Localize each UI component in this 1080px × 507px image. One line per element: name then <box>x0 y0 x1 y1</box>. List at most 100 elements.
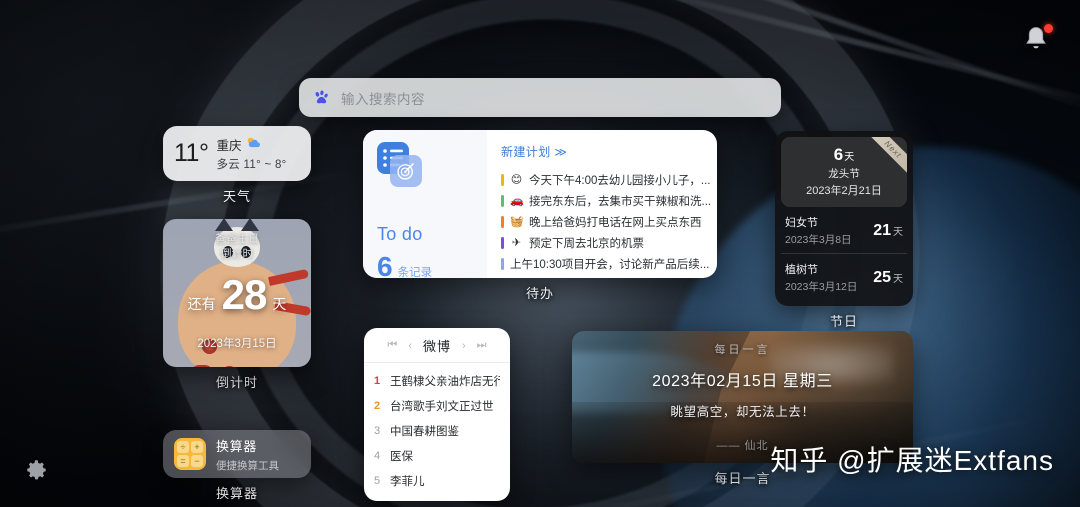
holiday-date: 2023年3月12日 <box>785 281 858 293</box>
todo-widget-label: 待办 <box>525 286 554 301</box>
todo-item-color-bar <box>501 215 504 228</box>
todo-item-color-bar <box>501 194 504 207</box>
hotsearch-source: 微博 <box>422 339 451 354</box>
todo-count-label: 条记录 <box>397 267 433 278</box>
countdown-title: 爸爸生日 倒计时 <box>163 232 311 262</box>
todo-item[interactable]: 上午10:30项目开会，讨论新产品后续... <box>501 253 711 274</box>
weather-temperature: 11° <box>174 139 209 167</box>
prev-page-button[interactable]: ‹ <box>408 340 412 352</box>
countdown-card[interactable]: 爸爸生日 倒计时 还有 28 天 2023年3月15日 <box>163 219 311 367</box>
converter-subtitle: 便捷换算工具 <box>216 459 279 472</box>
target-icon <box>397 163 414 180</box>
holiday-widget-label: 节日 <box>829 314 858 329</box>
hotsearch-item[interactable]: 2 台湾歌手刘文正过世 <box>374 393 500 418</box>
gear-icon <box>27 460 46 480</box>
hotsearch-rank: 2 <box>374 399 381 412</box>
todo-checklist-icon <box>377 142 423 188</box>
first-page-button[interactable]: ⏮ <box>387 339 397 352</box>
weather-city: 重庆 <box>216 139 242 153</box>
hotsearch-text: 医保 <box>390 450 413 463</box>
holiday-days: 21 <box>873 221 891 239</box>
todo-title: To do <box>377 224 423 244</box>
holiday-row[interactable]: 植树节 2023年3月12日 25 天 <box>781 254 907 300</box>
holiday-days-unit: 天 <box>893 273 903 285</box>
last-page-button[interactable]: ⏭ <box>477 339 487 352</box>
holiday-name: 植树节 <box>785 264 818 276</box>
countdown-title-line2: 倒计时 <box>220 248 254 260</box>
baidu-paw-icon <box>313 89 330 106</box>
search-bar[interactable]: 输入搜索内容 <box>299 78 781 117</box>
todo-item-emoji: 😊 <box>510 174 523 186</box>
calculator-icon: ÷ + = − <box>174 438 206 470</box>
chevron-double-right-icon: ≫ <box>554 145 567 159</box>
hotsearch-text: 李菲儿 <box>390 475 425 488</box>
partly-cloudy-icon <box>245 136 262 154</box>
todo-item-text: 接完东东后，去集市买干辣椒和洗... <box>529 195 712 208</box>
holiday-card[interactable]: Next 6天 龙头节 2023年2月21日 妇女节 2023年3月8日 21 天… <box>775 131 913 306</box>
new-plan-label: 新建计划 <box>501 145 551 159</box>
holiday-featured-name: 龙头节 <box>828 168 860 180</box>
todo-item-text: 上午10:30项目开会，讨论新产品后续... <box>510 258 710 271</box>
holiday-featured-unit: 天 <box>844 152 855 163</box>
holiday-row[interactable]: 妇女节 2023年3月8日 21 天 <box>781 207 907 254</box>
converter-card[interactable]: ÷ + = − 换算器 便捷换算工具 <box>163 430 311 478</box>
weather-widget-label: 天气 <box>222 189 251 204</box>
todo-count: 6 <box>377 251 393 278</box>
holiday-days: 25 <box>873 268 891 286</box>
converter-widget-label: 换算器 <box>215 486 258 501</box>
todo-summary-panel: To do 6 条记录 <box>363 130 487 278</box>
todo-item[interactable]: ✈ 预定下周去北京的机票 <box>501 232 711 253</box>
hotsearch-text: 中国春耕图鉴 <box>390 425 459 438</box>
countdown-unit: 天 <box>272 296 287 312</box>
weather-widget[interactable]: 11° 重庆 多云 11° ~ 8° 天气 <box>163 126 311 205</box>
holiday-featured-days: 6 <box>833 145 844 164</box>
holiday-widget[interactable]: Next 6天 龙头节 2023年2月21日 妇女节 2023年3月8日 21 天… <box>775 131 913 330</box>
todo-item[interactable]: 🧺 晚上给爸妈打电话在网上买点东西 <box>501 211 711 232</box>
todo-card[interactable]: To do 6 条记录 新建计划 ≫ 😊 今天下午4:00去幼儿园接小儿子，..… <box>363 130 717 278</box>
watermark: 知乎 @扩展迷Extfans <box>770 445 1054 476</box>
holiday-days-unit: 天 <box>893 226 903 238</box>
calculator-key: ÷ <box>177 441 189 453</box>
hotsearch-text: 王鹤棣父亲油炸店无行... <box>390 375 500 388</box>
todo-list-panel: 新建计划 ≫ 😊 今天下午4:00去幼儿园接小儿子，... 🚗 接完东东后，去集… <box>487 130 717 278</box>
todo-item-text: 预定下周去北京的机票 <box>529 237 644 250</box>
daily-quote-date: 2023年02月15日 星期三 <box>652 373 833 390</box>
hotsearch-item[interactable]: 1 王鹤棣父亲油炸店无行... <box>374 368 500 393</box>
todo-item-color-bar <box>501 236 504 249</box>
todo-widget[interactable]: To do 6 条记录 新建计划 ≫ 😊 今天下午4:00去幼儿园接小儿子，..… <box>363 130 717 302</box>
hotsearch-item[interactable]: 5 李菲儿 <box>374 468 500 493</box>
hotsearch-rank: 3 <box>374 424 381 437</box>
todo-item[interactable]: 😊 今天下午4:00去幼儿园接小儿子，... <box>501 169 711 190</box>
next-page-button[interactable]: › <box>462 340 466 352</box>
notification-bell-button[interactable] <box>1022 24 1053 55</box>
todo-item-text: 今天下午4:00去幼儿园接小儿子，... <box>529 174 711 187</box>
todo-item-emoji: ✈ <box>511 237 522 249</box>
settings-button[interactable] <box>24 457 50 483</box>
daily-quote-text: 眺望高空，却无法上去！ <box>670 405 815 419</box>
weather-card[interactable]: 11° 重庆 多云 11° ~ 8° <box>163 126 311 181</box>
hotsearch-widget[interactable]: ⏮ ‹ 微博 › ⏭ 1 王鹤棣父亲油炸店无行... 2 台湾歌手刘文正过世 3… <box>364 328 510 507</box>
calculator-key: + <box>191 441 203 453</box>
new-plan-link[interactable]: 新建计划 ≫ <box>501 143 711 160</box>
holiday-name: 妇女节 <box>785 217 818 229</box>
todo-item-color-bar <box>501 257 504 270</box>
todo-item[interactable]: 🚗 接完东东后，去集市买干辣椒和洗... <box>501 190 711 211</box>
holiday-date: 2023年3月8日 <box>785 234 852 246</box>
todo-item-text: 晚上给爸妈打电话在网上买点东西 <box>529 216 702 229</box>
hotsearch-item[interactable]: 4 医保 <box>374 443 500 468</box>
hotsearch-card[interactable]: ⏮ ‹ 微博 › ⏭ 1 王鹤棣父亲油炸店无行... 2 台湾歌手刘文正过世 3… <box>364 328 510 501</box>
countdown-title-line1: 爸爸生日 <box>215 233 259 245</box>
countdown-prefix: 还有 <box>187 296 216 312</box>
countdown-days: 28 <box>221 271 268 318</box>
countdown-widget-label: 倒计时 <box>215 375 258 390</box>
hotsearch-rank: 4 <box>374 449 381 462</box>
converter-widget[interactable]: ÷ + = − 换算器 便捷换算工具 换算器 <box>163 430 311 502</box>
notification-badge-dot <box>1044 24 1053 33</box>
holiday-featured[interactable]: Next 6天 龙头节 2023年2月21日 <box>781 137 907 207</box>
holiday-featured-date: 2023年2月21日 <box>806 185 882 197</box>
daily-quote-header: 每日一言 <box>714 344 771 356</box>
hotsearch-item[interactable]: 3 中国春耕图鉴 <box>374 418 500 443</box>
countdown-widget[interactable]: 爸爸生日 倒计时 还有 28 天 2023年3月15日 倒计时 <box>163 219 311 391</box>
countdown-date: 2023年3月15日 <box>197 338 277 350</box>
search-input-placeholder[interactable]: 输入搜索内容 <box>341 88 425 108</box>
